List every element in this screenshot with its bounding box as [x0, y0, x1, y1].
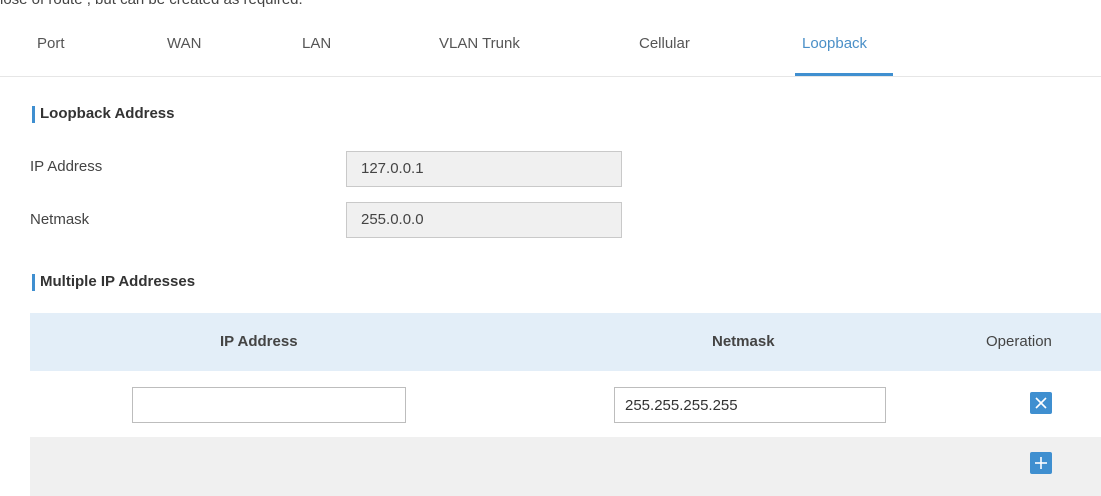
active-tab-indicator [795, 73, 893, 76]
table-row [30, 371, 1101, 437]
tab-wan[interactable]: WAN [161, 34, 207, 74]
netmask-input[interactable] [614, 387, 886, 423]
ip-address-input[interactable] [132, 387, 406, 423]
add-row-bar [30, 437, 1101, 496]
top-text: lose of route , but can be created as re… [0, 0, 303, 8]
plus-icon [1035, 457, 1047, 469]
section-title-multiple-ip: Multiple IP Addresses [40, 273, 196, 290]
close-icon [1035, 397, 1047, 409]
tab-vlan-trunk[interactable]: VLAN Trunk [433, 34, 526, 74]
tab-bar: Port WAN LAN VLAN Trunk Cellular Loopbac… [0, 14, 1101, 77]
column-header-operation: Operation [986, 333, 1052, 350]
truncated-top-text: lose of route , but can be created as re… [0, 0, 1101, 14]
tab-cellular[interactable]: Cellular [633, 34, 696, 74]
loopback-netmask-field: 255.0.0.0 [346, 202, 622, 238]
add-row-button[interactable] [1030, 452, 1052, 474]
netmask-label: Netmask [30, 211, 90, 228]
section-title-loopback: Loopback Address [40, 105, 175, 122]
loopback-settings-page: lose of route , but can be created as re… [0, 0, 1101, 496]
section-marker [32, 106, 35, 123]
column-header-netmask: Netmask [712, 333, 775, 350]
tab-port[interactable]: Port [31, 34, 71, 74]
tab-lan[interactable]: LAN [296, 34, 337, 74]
ip-address-label: IP Address [30, 158, 103, 175]
table-header: IP Address Netmask Operation [30, 313, 1101, 371]
section-marker [32, 274, 35, 291]
column-header-ip-address: IP Address [220, 333, 298, 350]
loopback-ip-field: 127.0.0.1 [346, 151, 622, 187]
delete-row-button[interactable] [1030, 392, 1052, 414]
tab-loopback[interactable]: Loopback [796, 34, 873, 74]
